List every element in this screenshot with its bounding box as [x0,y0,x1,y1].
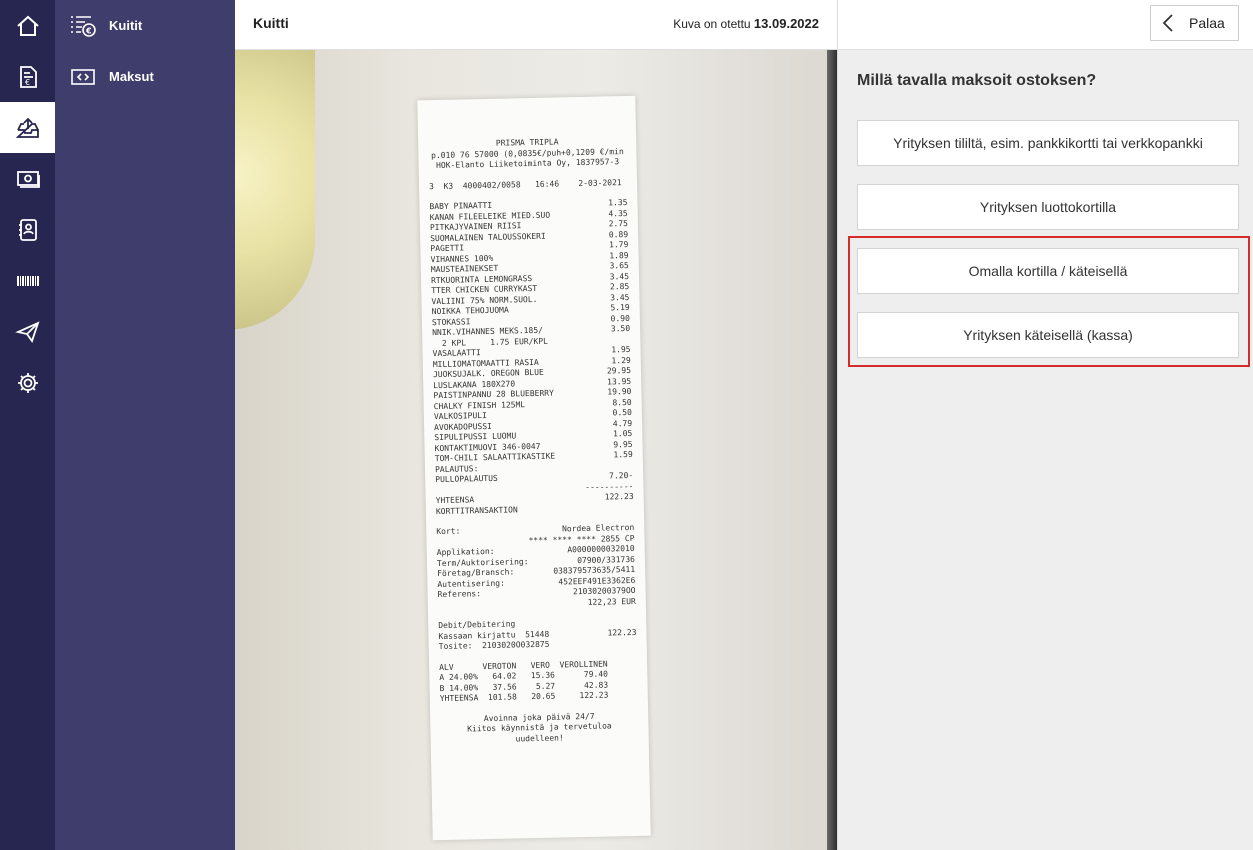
receipt-line-value: 122.23 [607,627,637,637]
back-button-label: Palaa [1189,15,1225,31]
receipt-line-label: YHTEENSA [435,495,475,506]
receipt-line-value: 1.29 [611,355,631,365]
gear-icon [17,372,38,393]
subnav-item-label: Maksut [109,69,154,84]
receipt-paper: PRISMA TRIPLA p.010 76 57000 (0,0835€/puh… [417,95,651,841]
receipt-line-label: Autentisering: [437,578,505,589]
receipt-line-value: 4.79 [612,418,633,428]
receipt-header: Kuitti Kuva on otettu 13.09.2022 [235,0,837,50]
rail-settings[interactable] [0,357,55,408]
payment-question: Millä tavalla maksoit ostoksen? [857,72,1097,89]
money-icon [16,170,40,188]
receipt-line-value: 2.75 [608,218,628,229]
contacts-icon [18,218,37,241]
receipt-line-label: KORTTITRANSAKTION [435,504,518,516]
receipt-line-value: 7.20- [608,470,634,481]
svg-text:€: € [85,26,92,35]
receipt-line-label: Referens: [437,589,482,600]
receipt-line-value: 3.45 [610,292,630,302]
receipt-line-value: 1.95 [611,344,631,355]
receipt-line-value: 1.59 [613,449,633,460]
rail-inbox[interactable] [0,102,55,153]
receipt-line-value: 122.23 [604,491,634,502]
receipt-line-value: 2.85 [609,281,630,292]
sub-navigation: € Kuitit Maksut [55,0,235,850]
rail-invoices[interactable]: € [0,51,55,102]
receipt-line-value: 1.35 [608,197,628,208]
inbox-upload-icon [15,117,39,138]
photo-date-value: 13.09.2022 [753,16,819,31]
svg-text:€: € [25,78,30,87]
send-icon [14,320,40,343]
receipt-line-value: 3.65 [609,260,629,271]
receipt-line-value: 0.89 [608,229,629,239]
photo-date: Kuva on otettu 13.09.2022 [673,16,819,31]
receipt-line-value: 9.95 [613,439,633,449]
receipt-line-value: 122,23 EUR [587,596,636,607]
rail-contacts[interactable] [0,204,55,255]
option-company-account[interactable]: Yrityksen tililtä, esim. pankkikortti ta… [857,120,1239,166]
receipt-line-value: 13.95 [607,376,632,386]
photo-date-prefix: Kuva on otettu [673,17,751,31]
photo-edge [827,50,837,850]
invoice-icon: € [19,65,37,88]
icon-rail: € [0,0,55,850]
receipt-line-value: 1.79 [608,239,629,250]
chevron-left-icon [1162,14,1173,32]
receipt-line-value: 3.45 [609,271,630,281]
panel-toolbar: Palaa [838,0,1253,50]
receipt-line-label: PAGETTI [430,243,465,254]
banknote-icon [71,68,95,85]
page-title: Kuitti [253,15,289,31]
receipt-line-value: 0.50 [612,407,632,418]
back-button[interactable]: Palaa [1150,5,1239,41]
rail-barcode[interactable] [0,255,55,306]
receipt-line-value: 0.90 [610,313,630,323]
option-company-credit-card[interactable]: Yrityksen luottokortilla [857,184,1239,230]
receipt-list-icon: € [71,15,96,37]
barcode-icon [16,275,39,286]
glass-bottle-image [235,50,315,330]
payment-panel: Palaa Millä tavalla maksoit ostoksen? Yr… [837,0,1253,850]
receipt-line-value: 5.19 [610,302,630,313]
subnav-item-label: Kuitit [109,18,143,33]
receipt-photo[interactable]: PRISMA TRIPLA p.010 76 57000 (0,0835€/puh… [235,50,837,850]
rail-home[interactable] [0,0,55,51]
receipt-line-value: 8.50 [612,397,632,407]
highlight-box [848,236,1250,367]
subnav-item-receipts[interactable]: € Kuitit [55,0,235,51]
receipt-line-label: Kort: [436,526,461,537]
receipt-line-value: 29.95 [606,365,632,376]
receipt-line-label: NOIKKA TEHOJUOMA [431,305,509,317]
receipt-line-value: 3.50 [610,323,631,334]
home-icon [16,15,39,36]
receipt-line-label: PULLOPALAUTUS [435,473,498,485]
receipt-line-value: 1.89 [609,250,629,260]
rail-payments[interactable] [0,153,55,204]
receipt-line-value: 1.05 [612,428,633,439]
receipt-line-value: 4.35 [608,208,628,218]
receipt-line-value: 19.90 [607,386,632,397]
rail-send[interactable] [0,306,55,357]
subnav-item-payments[interactable]: Maksut [55,51,235,102]
